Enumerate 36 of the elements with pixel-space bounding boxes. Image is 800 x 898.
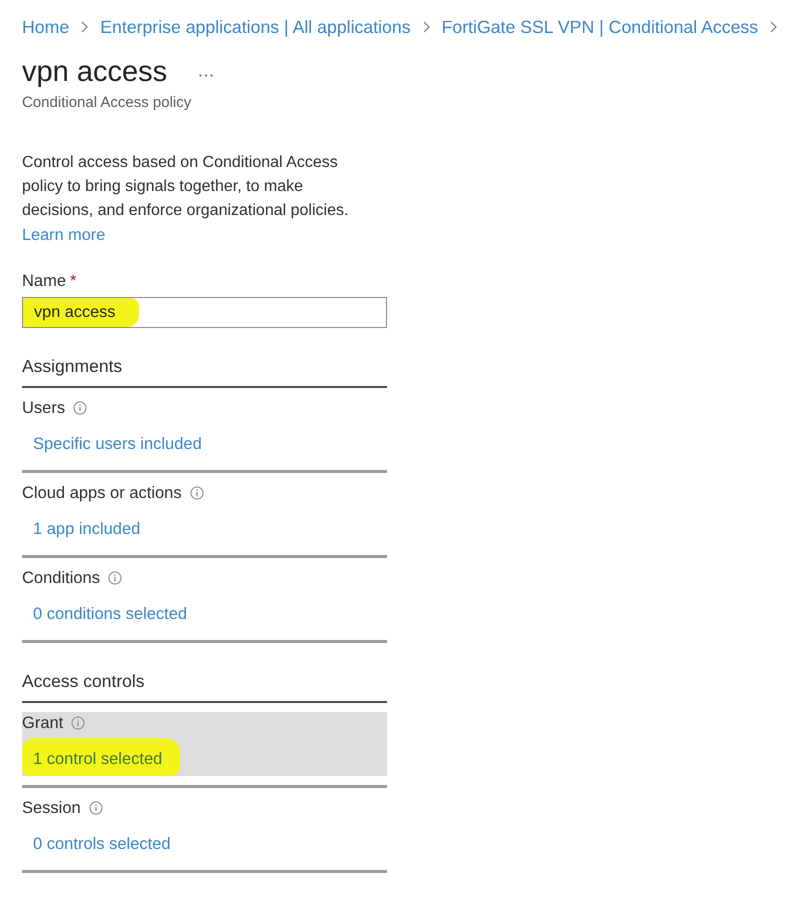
policy-setting-item[interactable]: Users Specific users included: [22, 397, 387, 461]
info-icon[interactable]: [88, 801, 103, 815]
setting-value-link[interactable]: Specific users included: [33, 434, 202, 454]
section-heading: Assignments: [22, 355, 387, 388]
policy-setting-item[interactable]: Cloud apps or actions 1 app included: [22, 482, 387, 546]
info-icon[interactable]: [71, 716, 86, 730]
policy-setting-item[interactable]: Conditions 0 conditions selected: [22, 567, 387, 631]
policy-setting-item[interactable]: Grant 1 control selected: [22, 712, 387, 776]
setting-label: Session: [22, 798, 81, 818]
setting-label: Users: [22, 398, 66, 418]
chevron-right-icon: [81, 21, 88, 33]
required-mark: *: [70, 271, 76, 291]
setting-value-link[interactable]: 1 app included: [33, 519, 140, 539]
page-title: vpn access: [22, 56, 168, 88]
chevron-right-icon: [422, 21, 430, 33]
field-label: Name: [22, 271, 66, 291]
page-subtitle: Conditional Access policy: [22, 94, 192, 112]
breadcrumb-link[interactable]: FortiGate SSL VPN | Conditional Access: [442, 16, 758, 38]
setting-label: Cloud apps or actions: [22, 483, 182, 503]
setting-label: Grant: [22, 713, 64, 733]
section-heading: Access controls: [22, 670, 387, 703]
breadcrumb-link[interactable]: Enterprise applications | All applications: [100, 16, 411, 38]
breadcrumb-link[interactable]: Home: [22, 16, 70, 38]
info-icon[interactable]: [73, 401, 88, 415]
policy-setting-item[interactable]: Session 0 controls selected: [22, 797, 387, 861]
setting-value-link[interactable]: 0 controls selected: [33, 834, 171, 854]
info-icon[interactable]: [108, 571, 122, 585]
description-text: Control access based on Conditional Access policy to bring signals together, to make decisions, and enforce organizational policies.: [22, 153, 350, 221]
setting-value-link[interactable]: 1 control selected: [33, 749, 162, 769]
learn-more-link[interactable]: Learn more: [22, 223, 106, 247]
setting-label: Conditions: [22, 568, 100, 588]
info-icon[interactable]: [190, 486, 204, 500]
chevron-right-icon: [770, 21, 778, 33]
more-options-icon[interactable]: [199, 74, 214, 76]
input-field[interactable]: vpn access: [22, 297, 387, 328]
setting-value-link[interactable]: 0 conditions selected: [33, 604, 188, 624]
